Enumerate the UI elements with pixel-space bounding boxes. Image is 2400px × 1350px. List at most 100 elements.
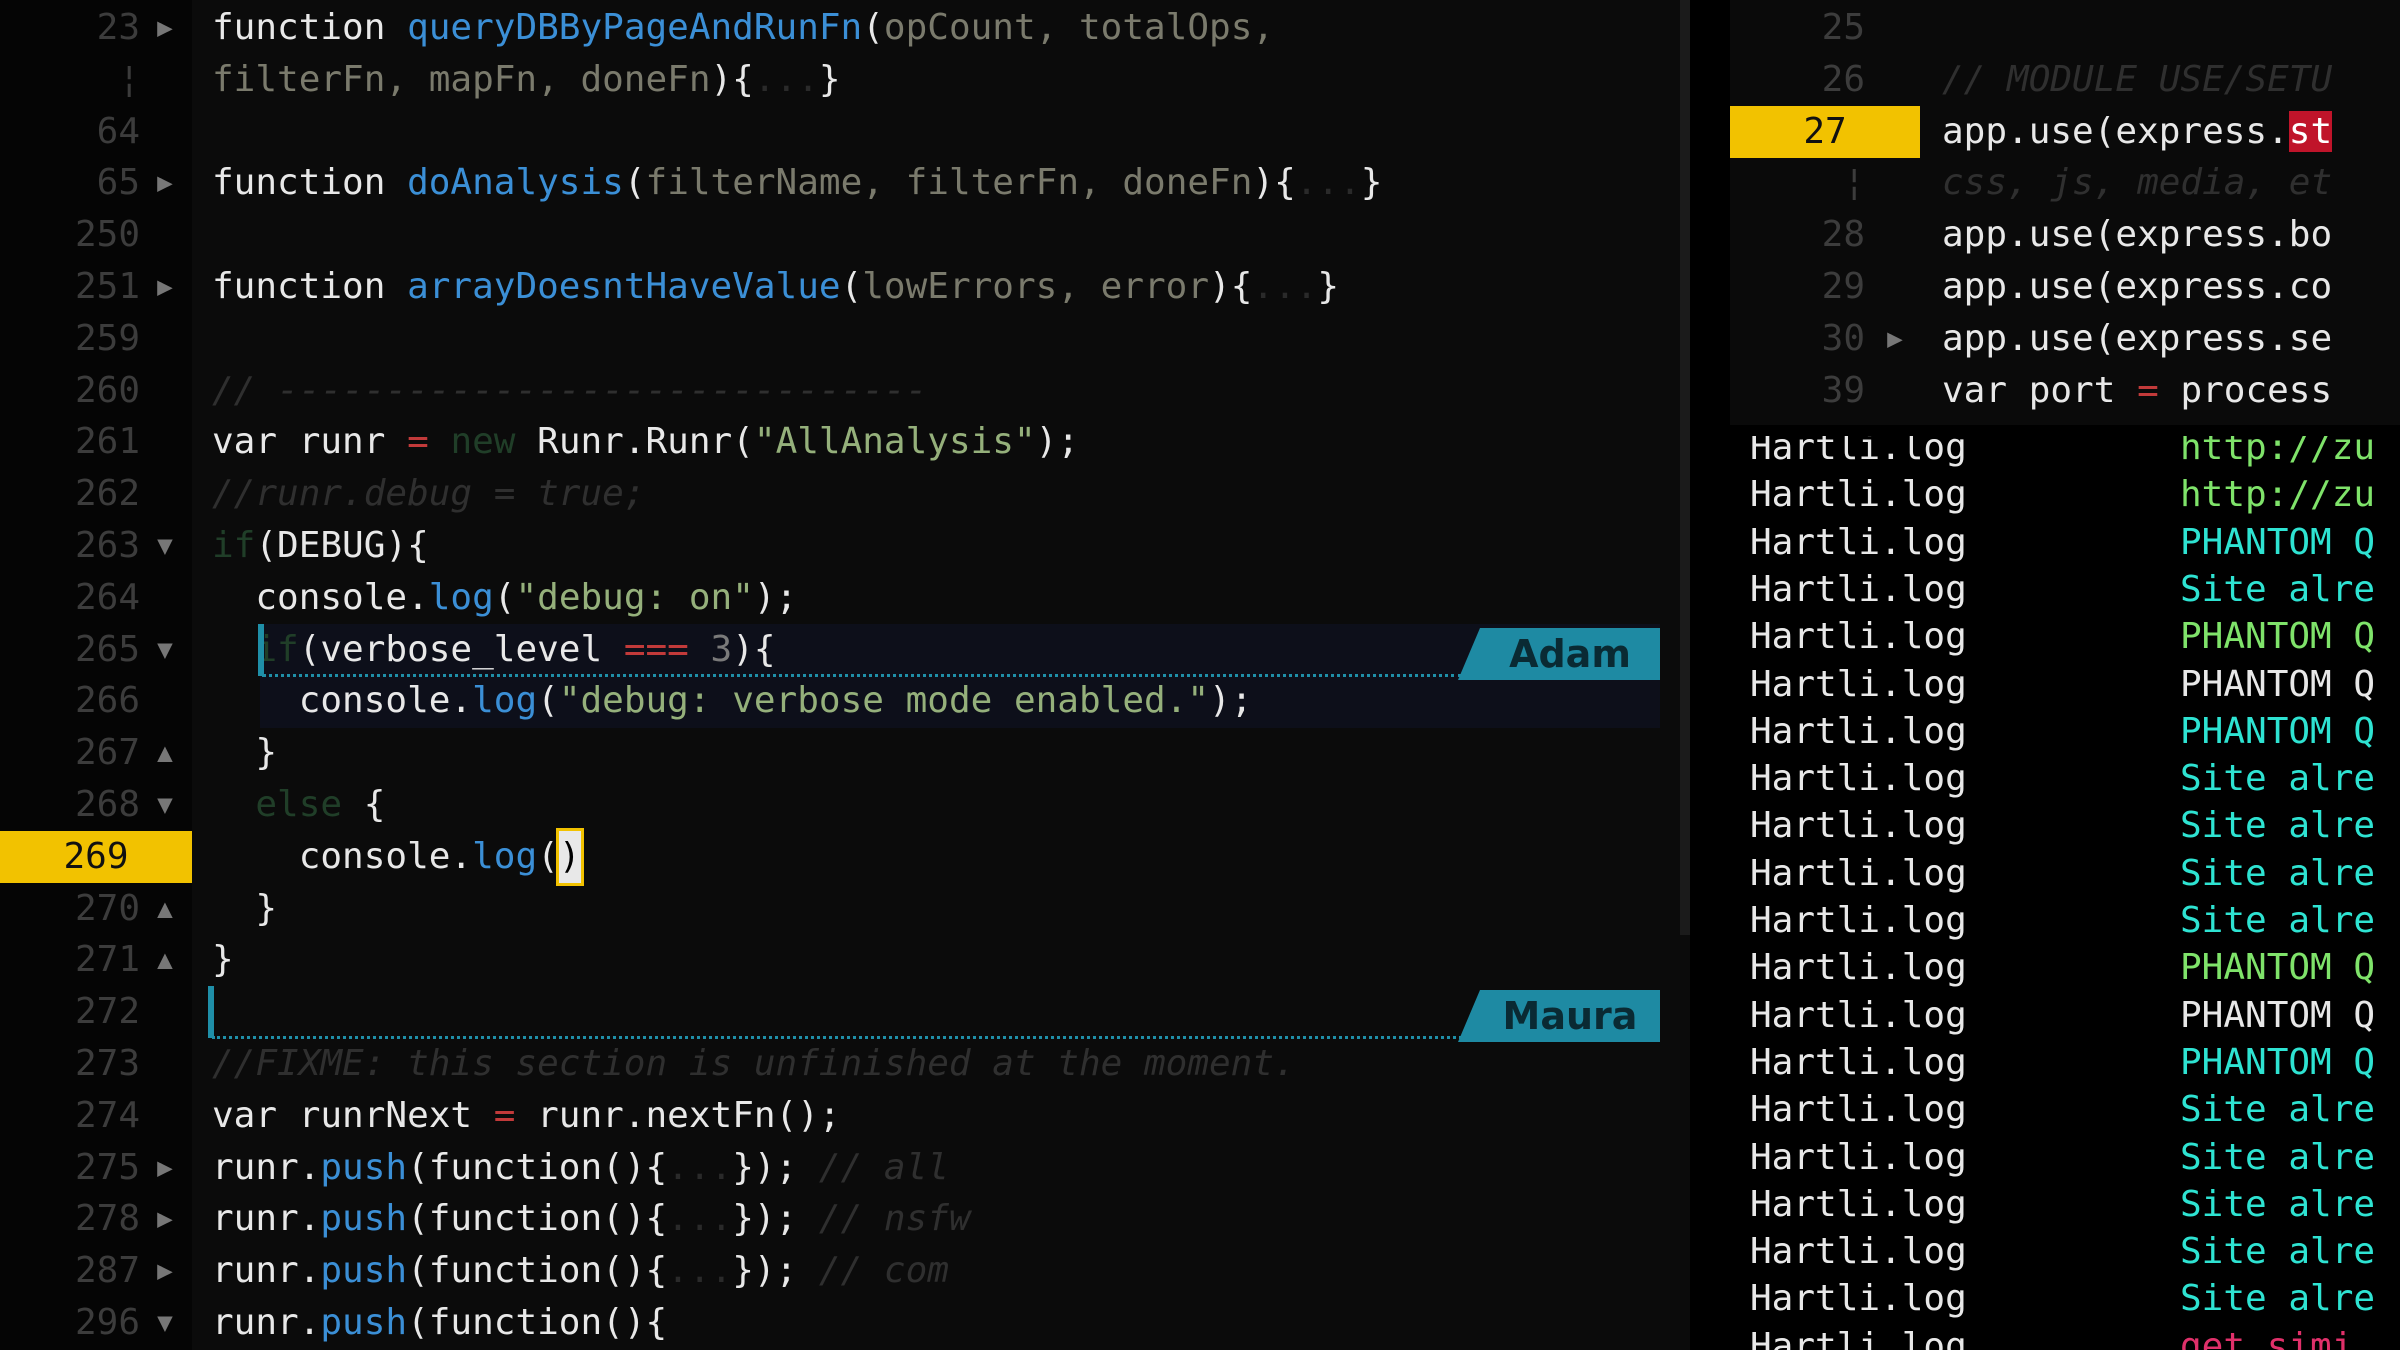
- code-token: (: [862, 7, 884, 48]
- code-text[interactable]: filterFn, mapFn, doneFn){...}: [212, 54, 841, 106]
- code-text[interactable]: console.log("debug: verbose mode enabled…: [212, 675, 1253, 727]
- code-text[interactable]: }: [212, 934, 234, 986]
- code-text[interactable]: app.use(express.st: [1942, 106, 2333, 158]
- editor-scrollbar[interactable]: [1680, 0, 1690, 935]
- line-number: 278: [74, 1198, 140, 1240]
- code-text[interactable]: console.log(): [212, 827, 584, 886]
- code-text[interactable]: function queryDBByPageAndRunFn(opCount, …: [212, 2, 1274, 54]
- code-line[interactable]: 268 ▼ else {: [0, 779, 1690, 831]
- fold-down-icon[interactable]: ▼: [150, 1297, 180, 1349]
- fold-right-icon[interactable]: ▶: [150, 1193, 180, 1245]
- code-text[interactable]: console.log("debug: on");: [212, 572, 797, 624]
- line-number: 268: [74, 784, 140, 825]
- code-token: push: [320, 1146, 408, 1188]
- code-line[interactable]: 275 ▶ runr.push(function(){...}); // all: [0, 1142, 1690, 1194]
- code-line[interactable]: 251 ▶ function arrayDoesntHaveValue(lowErr…: [0, 261, 1690, 313]
- log-message: PHANTOM Q: [2180, 1041, 2376, 1083]
- fold-right-icon[interactable]: ▶: [1880, 313, 1910, 365]
- code-line[interactable]: 261 var runr = new Runr.Runr("AllAnalysis…: [0, 416, 1690, 468]
- code-line[interactable]: 274 var runrNext = runr.nextFn();: [0, 1090, 1690, 1142]
- code-line[interactable]: 264 console.log("debug: on");: [0, 572, 1690, 624]
- terminal-log-pane[interactable]: Hartli.log http://zu Hartli.log http://zu Ha…: [1730, 436, 2400, 1350]
- log-filename: Hartli.log: [1750, 616, 1967, 658]
- code-text[interactable]: }: [212, 727, 277, 779]
- code-text[interactable]: if(DEBUG){: [212, 520, 429, 572]
- code-text[interactable]: function doAnalysis(filterName, filterFn…: [212, 157, 1382, 209]
- code-text[interactable]: else {: [212, 779, 385, 831]
- code-line[interactable]: 250: [0, 209, 1690, 261]
- code-text[interactable]: // ------------------------------: [212, 365, 927, 417]
- code-line[interactable]: 296 ▼ runr.push(function(){: [0, 1297, 1690, 1349]
- log-message: Site alre: [2180, 1278, 2376, 1320]
- code-line[interactable]: 267 ▲ }: [0, 727, 1690, 779]
- code-line[interactable]: 273 //FIXME: this section is unfinished a…: [0, 1038, 1690, 1090]
- code-text[interactable]: runr.push(function(){: [212, 1297, 667, 1349]
- editor-pane[interactable]: 23 ▶ function queryDBByPageAndRunFn(opCoun…: [0, 0, 1690, 1350]
- code-token: (verbose_level: [298, 628, 624, 670]
- fold-up-icon[interactable]: ▲: [150, 727, 180, 779]
- code-line[interactable]: 272: [0, 986, 1690, 1038]
- log-message: get simi: [2180, 1325, 2354, 1350]
- fold-right-icon[interactable]: ▶: [150, 2, 180, 54]
- code-text[interactable]: // MODULE USE/SETU: [1942, 54, 2332, 106]
- code-token: // all: [818, 1146, 949, 1188]
- code-line[interactable]: 263 ▼ if(DEBUG){: [0, 520, 1690, 572]
- code-line[interactable]: 271 ▲}: [0, 934, 1690, 986]
- code-text[interactable]: }: [212, 883, 277, 935]
- fold-up-icon[interactable]: ▲: [150, 934, 180, 986]
- fold-right-icon[interactable]: ▶: [150, 261, 180, 313]
- code-token: if: [212, 525, 256, 566]
- code-token: runr.nextFn();: [537, 1094, 841, 1136]
- code-token: if: [212, 628, 299, 670]
- code-line[interactable]: 262 //runr.debug = true;: [0, 468, 1690, 520]
- code-text[interactable]: //FIXME: this section is unfinished at t…: [212, 1038, 1296, 1090]
- code-line[interactable]: 65 ▶ function doAnalysis(filterName, filte…: [0, 157, 1690, 209]
- fold-down-icon[interactable]: ▼: [150, 624, 180, 676]
- code-token: runr.: [212, 1250, 321, 1292]
- code-token: }: [1360, 162, 1383, 204]
- code-text[interactable]: runr.push(function(){...}); // com: [212, 1245, 949, 1297]
- code-line[interactable]: 278 ▶ runr.push(function(){...}); // nsfw: [0, 1193, 1690, 1245]
- log-filename: Hartli.log: [1750, 474, 1967, 516]
- code-line[interactable]: 23 ▶ function queryDBByPageAndRunFn(opCoun…: [0, 2, 1690, 54]
- code-text[interactable]: app.use(express.se: [1942, 313, 2332, 365]
- code-line[interactable]: 266 console.log("debug: verbose mode ena…: [0, 675, 1690, 727]
- log-row: Hartli.log Site alre: [1730, 755, 2400, 802]
- code-token: ){: [710, 58, 754, 100]
- code-text[interactable]: function arrayDoesntHaveValue(lowErrors,…: [212, 261, 1339, 313]
- code-token: }: [1317, 266, 1340, 307]
- log-filename: Hartli.log: [1750, 900, 1967, 941]
- code-line[interactable]: 259: [0, 313, 1690, 365]
- code-text[interactable]: if(verbose_level === 3){: [212, 624, 775, 676]
- fold-down-icon[interactable]: ▼: [150, 520, 180, 572]
- log-message: Site alre: [2180, 1089, 2376, 1131]
- code-text[interactable]: app.use(express.bo: [1942, 209, 2332, 261]
- code-line[interactable]: 287 ▶ runr.push(function(){...}); // com: [0, 1245, 1690, 1297]
- code-text[interactable]: var runr = new Runr.Runr("AllAnalysis");: [212, 416, 1079, 468]
- code-line[interactable]: ¦ filterFn, mapFn, doneFn){...}: [0, 54, 1690, 106]
- code-text[interactable]: app.use(express.co: [1942, 261, 2332, 313]
- line-number: 275: [74, 1146, 140, 1188]
- code-token: runr.: [212, 1198, 321, 1240]
- fold-right-icon[interactable]: ▶: [150, 1245, 180, 1297]
- code-text[interactable]: runr.push(function(){...}); // nsfw: [212, 1193, 971, 1245]
- split-editor-pane[interactable]: 25 26 // MODULE USE/SETU 27 app.use(express.…: [1730, 0, 2400, 425]
- code-text[interactable]: //runr.debug = true;: [212, 468, 645, 520]
- code-line[interactable]: 64: [0, 106, 1690, 158]
- code-token: // MODULE USE/SETU: [1942, 58, 2333, 100]
- fold-right-icon[interactable]: ▶: [150, 157, 180, 209]
- fold-up-icon[interactable]: ▲: [150, 883, 180, 935]
- code-token: push: [320, 1302, 408, 1343]
- code-text[interactable]: runr.push(function(){...}); // all: [212, 1142, 949, 1194]
- code-line[interactable]: 265 ▼ if(verbose_level === 3){: [0, 624, 1690, 676]
- code-token: process: [2180, 369, 2333, 411]
- code-text[interactable]: css, js, media, et: [1942, 157, 2332, 209]
- code-line[interactable]: 269 console.log(): [0, 827, 1690, 886]
- fold-down-icon[interactable]: ▼: [150, 779, 180, 831]
- code-text[interactable]: var port = process: [1942, 365, 2332, 417]
- code-line[interactable]: 270 ▲ }: [0, 883, 1690, 935]
- code-text[interactable]: var runrNext = runr.nextFn();: [212, 1090, 841, 1142]
- code-line[interactable]: 260 // ------------------------------: [0, 365, 1690, 417]
- log-filename: Hartli.log: [1750, 1136, 1967, 1178]
- fold-right-icon[interactable]: ▶: [150, 1142, 180, 1194]
